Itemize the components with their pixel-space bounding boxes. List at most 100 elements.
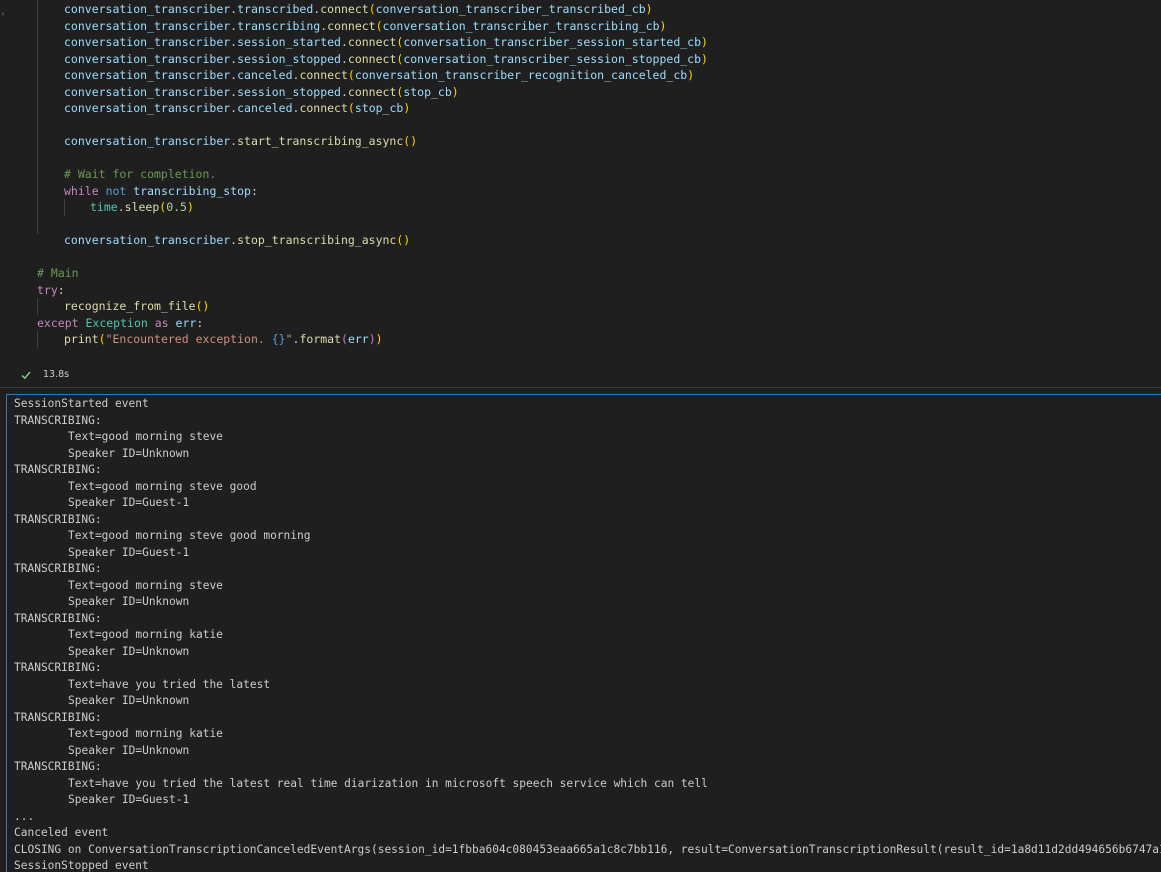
code-token: ( [368,2,376,16]
code-token: connect [347,84,397,99]
output-line: TRANSCRIBING: [14,562,102,575]
code-token: connect [320,2,369,16]
code-token: ) [659,18,667,33]
code-token: as [154,315,169,330]
output-line: TRANSCRIBING: [14,661,102,674]
code-token: conversation_transcriber [64,2,231,16]
indent-guide [37,298,38,315]
code-token: session_stopped [237,84,341,99]
code-line[interactable]: conversation_transcriber.canceled.connec… [64,100,410,117]
code-token: start_transcribing_async [237,134,404,148]
code-token: stop_transcribing_async [237,233,397,247]
code-token: conversation_transcriber [64,18,231,33]
code-token: conversation_transcriber [64,51,231,66]
code-token: err [347,332,369,346]
code-token: conversation_transcriber_recognition_can… [354,68,688,82]
code-line[interactable]: conversation_transcriber.transcribing.co… [64,18,666,35]
code-line[interactable]: # Main [37,265,79,282]
code-token: session_stopped [237,51,341,66]
code-token: # Main [37,266,79,280]
code-token: session_started [237,35,341,49]
output-line: Text=good morning steve good morning [68,529,311,542]
code-token: " [285,332,293,346]
output-line: Text=good morning katie [68,628,223,641]
output-line: Canceled event [14,826,109,839]
output-line: TRANSCRIBING: [14,463,102,476]
code-cell[interactable]: ‚ conversation_transcriber.transcribed.c… [0,0,1161,388]
code-line[interactable]: conversation_transcriber.stop_transcribi… [64,232,410,249]
code-line[interactable]: recognize_from_file() [64,298,209,315]
code-token: sleep [124,200,160,214]
code-token: ) [186,200,194,214]
output-line: Speaker ID=Guest-1 [68,545,190,559]
code-token: ( [375,18,383,33]
code-token: . [340,35,348,49]
code-token: conversation_transcriber_transcribing_cb [382,18,660,33]
code-line[interactable]: conversation_transcriber.transcribed.con… [64,1,653,18]
output-line: Speaker ID=Unknown [68,694,190,707]
code-token: transcribing_stop [133,183,251,198]
code-token: stop_cb [403,84,452,99]
code-token: except [37,315,79,330]
code-token: ( [341,332,348,346]
output-line: CLOSING on ConversationTranscriptionCanc… [14,842,1161,856]
code-token: . [117,200,125,214]
code-line[interactable]: while not transcribing_stop: [64,183,258,200]
output-line: Text=good morning steve good [68,479,257,493]
code-token: : [57,282,65,297]
code-token: Exception [85,315,148,330]
code-token: 0.5 [166,200,187,214]
code-line[interactable]: conversation_transcriber.session_started… [64,34,708,51]
code-line[interactable]: except Exception as err: [37,315,203,332]
code-token: ( [347,101,355,115]
output-line: Text=have you tried the latest real time… [68,776,708,790]
cell-output[interactable]: SessionStarted event TRANSCRIBING: Text=go… [6,394,1161,872]
code-line[interactable]: time.sleep(0.5) [90,199,194,216]
code-token: connect [299,101,348,115]
cell-divider [0,387,1161,388]
output-line: ... [14,809,35,823]
code-line[interactable]: conversation_transcriber.canceled.connec… [64,67,694,84]
code-token: conversation_transcriber [64,84,231,99]
code-token: . [340,51,348,66]
code-line[interactable]: print("Encountered exception. {}".format… [64,331,383,348]
code-token: ) [368,332,376,346]
code-editor[interactable]: conversation_transcriber.transcribed.con… [6,0,1161,362]
code-token: format [299,332,342,346]
output-line: TRANSCRIBING: [14,611,102,625]
code-token: ) [375,332,383,346]
code-token: conversation_transcriber [64,68,231,82]
output-line: Text=good morning steve [68,578,223,592]
cell-gutter-marker: ‚ [0,6,7,17]
code-token: "Encountered exception. [105,332,272,346]
code-token: : [196,315,204,330]
output-line: Speaker ID=Unknown [68,743,190,757]
code-token: ) [701,35,708,49]
code-token: connect [299,68,348,82]
output-line: SessionStopped event [14,859,149,872]
code-token: recognize_from_file [64,299,196,313]
output-line: TRANSCRIBING: [14,760,102,773]
code-token: conversation_transcriber [64,134,231,148]
code-token: conversation_transcriber_transcribed_cb [375,2,646,16]
code-token: # Wait for completion. [64,167,217,181]
code-token: ) [451,84,459,99]
output-line: Speaker ID=Unknown [68,644,190,658]
code-line[interactable]: try: [37,282,65,299]
code-token: transcribing [237,18,321,33]
code-token: ) [701,51,708,66]
code-line[interactable]: # Wait for completion. [64,166,216,183]
code-token: connect [327,18,376,33]
output-line: Speaker ID=Guest-1 [68,496,190,509]
output-line: Speaker ID=Unknown [68,595,190,608]
indent-guide [37,331,38,348]
code-token: () [195,299,210,313]
code-token: ( [347,68,355,82]
code-line[interactable]: conversation_transcriber.start_transcrib… [64,133,417,150]
code-token: : [250,183,258,198]
code-token: ) [403,101,411,115]
code-token: conversation_transcriber_session_stopped… [403,51,702,66]
code-line[interactable]: conversation_transcriber.session_stopped… [64,51,708,68]
code-line[interactable]: conversation_transcriber.session_stopped… [64,84,459,101]
